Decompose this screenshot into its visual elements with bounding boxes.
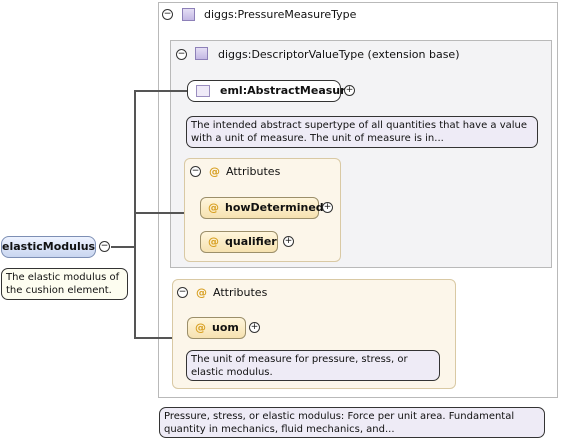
complex-type-icon	[182, 8, 195, 21]
connector-to-inherited-attrs	[134, 212, 184, 214]
collapse-type-toggle[interactable]: −	[162, 9, 173, 20]
type-note: Pressure, stress, or elastic modulus: Fo…	[159, 407, 545, 438]
connector-root-out	[111, 246, 135, 248]
inherited-attributes-label: Attributes	[226, 165, 281, 178]
collapse-extension-toggle[interactable]: −	[176, 49, 187, 60]
attribute-at-icon: @	[195, 321, 206, 334]
uom-note: The unit of measure for pressure, stress…	[186, 350, 440, 381]
root-note: The elastic modulus of the cushion eleme…	[1, 268, 128, 300]
attribute-label: qualifier	[225, 235, 277, 248]
expand-qualifier-toggle[interactable]: +	[283, 236, 294, 247]
attribute-at-icon: @	[208, 201, 219, 214]
extension-type-icon	[195, 47, 208, 60]
attribute-at-icon: @	[208, 235, 219, 248]
collapse-root-toggle[interactable]: −	[99, 241, 110, 252]
connector-trunk	[134, 91, 136, 339]
abstract-element-note: The intended abstract supertype of all q…	[186, 116, 538, 148]
attribute-qualifier[interactable]: @ qualifier	[200, 231, 278, 253]
extension-title: diggs:DescriptorValueType (extension bas…	[218, 48, 460, 61]
attributes-at-icon: @	[209, 165, 220, 178]
own-attributes-at-icon: @	[196, 286, 207, 299]
attribute-uom[interactable]: @ uom	[187, 317, 246, 339]
expand-howdetermined-toggle[interactable]: +	[322, 202, 333, 213]
collapse-attributes-toggle[interactable]: −	[190, 166, 201, 177]
type-title: diggs:PressureMeasureType	[204, 8, 357, 21]
expand-abstract-toggle[interactable]: +	[344, 85, 355, 96]
expand-uom-toggle[interactable]: +	[249, 322, 260, 333]
attribute-howdetermined[interactable]: @ howDetermined	[200, 197, 324, 219]
abstract-measure-element[interactable]: eml:AbstractMeasure	[187, 80, 353, 102]
abstract-element-icon	[196, 85, 210, 97]
attribute-label: howDetermined	[225, 201, 324, 214]
elastic-modulus-element[interactable]: elasticModulus	[1, 236, 96, 258]
attribute-label: uom	[212, 321, 239, 334]
abstract-element-label: eml:AbstractMeasure	[220, 84, 354, 97]
collapse-own-attributes-toggle[interactable]: −	[177, 287, 188, 298]
connector-to-abstract	[134, 90, 187, 92]
own-attributes-label: Attributes	[213, 286, 268, 299]
connector-to-own-attrs	[134, 337, 172, 339]
